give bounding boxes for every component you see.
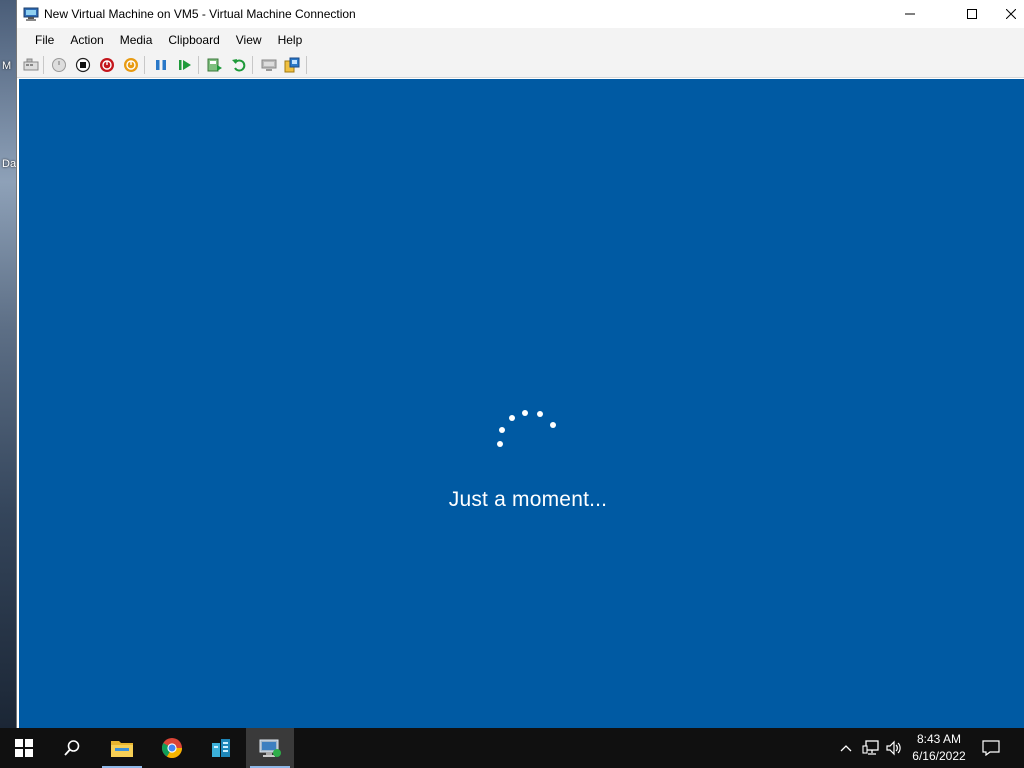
file-explorer-icon: [111, 741, 133, 757]
spinner-dot: [522, 410, 528, 416]
title-bar[interactable]: New Virtual Machine on VM5 - Virtual Mac…: [17, 0, 1024, 28]
close-button[interactable]: [997, 0, 1024, 28]
turn-off-button[interactable]: [74, 56, 92, 74]
ctrl-alt-del-button[interactable]: [22, 56, 40, 74]
clock-date: 6/16/2022: [912, 749, 966, 763]
toolbar-separator: [306, 56, 307, 74]
spinner-dot: [499, 427, 505, 433]
toolbar-separator: [144, 56, 145, 74]
search-icon: [64, 740, 80, 756]
speaker-icon: [886, 740, 901, 756]
taskbar-vm-connection[interactable]: [246, 728, 294, 768]
menu-media[interactable]: Media: [112, 28, 161, 52]
search-button[interactable]: [48, 728, 96, 768]
vm-connection-icon: [23, 6, 39, 22]
windows-logo-icon: [15, 739, 33, 757]
taskbar-file-explorer[interactable]: [98, 728, 146, 768]
pause-button[interactable]: [152, 56, 170, 74]
toolbar: [17, 52, 1024, 78]
volume-tray-button[interactable]: [884, 738, 904, 758]
taskbar-chrome[interactable]: [148, 728, 196, 768]
menu-action[interactable]: Action: [62, 28, 111, 52]
chevron-up-icon: [840, 745, 852, 752]
notification-icon: [982, 740, 1000, 756]
checkpoint-button[interactable]: [206, 56, 224, 74]
spinner-dot: [537, 411, 543, 417]
maximize-button[interactable]: [949, 0, 995, 28]
minimize-button[interactable]: [887, 0, 933, 28]
window-title: New Virtual Machine on VM5 - Virtual Mac…: [44, 7, 356, 21]
save-state-button[interactable]: [122, 56, 140, 74]
vm-connection-window: New Virtual Machine on VM5 - Virtual Mac…: [16, 0, 1024, 728]
menu-file[interactable]: File: [27, 28, 62, 52]
clock[interactable]: 8:43 AM 6/16/2022: [906, 731, 972, 765]
chrome-icon: [161, 738, 182, 758]
shut-down-button[interactable]: [98, 56, 116, 74]
menu-clipboard[interactable]: Clipboard: [160, 28, 227, 52]
server-manager-icon: [212, 739, 230, 757]
network-tray-button[interactable]: [861, 738, 881, 758]
toolbar-separator: [198, 56, 199, 74]
clock-time: 8:43 AM: [916, 732, 962, 746]
revert-button[interactable]: [230, 56, 248, 74]
toolbar-separator: [43, 56, 44, 74]
action-center-button[interactable]: [981, 738, 1001, 758]
enhanced-session-button[interactable]: [283, 56, 301, 74]
start-button[interactable]: [0, 728, 48, 768]
spinner-dot: [497, 441, 503, 447]
loading-status-text: Just a moment...: [448, 488, 608, 511]
network-icon: [862, 740, 879, 755]
start-button[interactable]: [50, 56, 68, 74]
show-hidden-icons-button[interactable]: [836, 738, 856, 758]
vm-display[interactable]: [19, 79, 1024, 728]
menu-help[interactable]: Help: [270, 28, 311, 52]
vm-connection-icon: [259, 739, 281, 757]
taskbar-server-manager[interactable]: [197, 728, 245, 768]
menu-view[interactable]: View: [228, 28, 270, 52]
taskbar: 8:43 AM 6/16/2022: [0, 728, 1024, 768]
desktop-icon-label[interactable]: Da: [2, 158, 16, 170]
toolbar-separator: [252, 56, 253, 74]
basic-session-button[interactable]: [260, 56, 278, 74]
spinner-dot: [550, 422, 556, 428]
menu-bar: File Action Media Clipboard View Help: [17, 28, 1024, 52]
spinner-dot: [509, 415, 515, 421]
resume-button[interactable]: [176, 56, 194, 74]
desktop-icon-label[interactable]: M: [2, 60, 11, 72]
